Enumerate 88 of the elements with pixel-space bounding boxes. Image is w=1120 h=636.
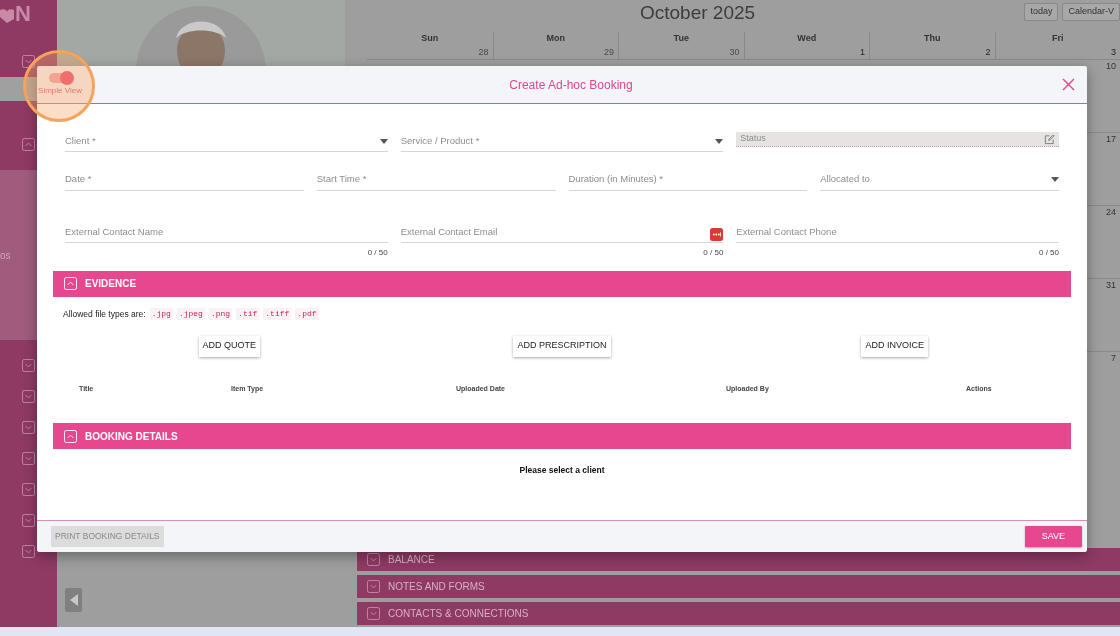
field-label: Status xyxy=(740,132,766,144)
field-label: External Contact Name xyxy=(65,224,164,239)
character-counter: 0 / 50 xyxy=(703,246,724,259)
dropdown-caret-icon[interactable] xyxy=(379,138,388,144)
chevron-down-icon[interactable] xyxy=(22,514,35,527)
section-title: EVIDENCE xyxy=(85,277,137,292)
dialog-title: Create Ad-hoc Booking xyxy=(508,76,634,94)
toggle-label: Simple View xyxy=(38,84,82,97)
select-field[interactable]: Service / Product * xyxy=(400,134,724,153)
input-field[interactable]: Start Time * xyxy=(316,172,556,191)
close-icon[interactable] xyxy=(1062,78,1075,91)
day-number: 30 xyxy=(728,45,741,59)
day-number: 24 xyxy=(1106,206,1117,219)
field-label: Date * xyxy=(65,172,92,187)
day-number: 2 xyxy=(984,45,992,59)
section-title: NOTES AND FORMS xyxy=(388,580,485,594)
chevron-down-icon[interactable] xyxy=(22,483,35,496)
dropdown-caret-icon[interactable] xyxy=(1051,176,1059,182)
field-label: Duration (in Minutes) * xyxy=(568,172,663,187)
calendar-button[interactable]: today xyxy=(1024,3,1059,21)
input-field[interactable]: External Contact Phone xyxy=(736,224,1059,243)
character-counter: 0 / 50 xyxy=(367,246,388,259)
chevron-down-icon[interactable] xyxy=(22,55,35,68)
upload-button[interactable]: ADD QUOTE xyxy=(198,335,261,357)
select-field[interactable]: Allocated to xyxy=(820,172,1059,191)
dropdown-caret-icon[interactable] xyxy=(715,138,724,144)
field-label: Start Time * xyxy=(316,172,367,187)
field-label: External Contact Phone xyxy=(736,224,837,239)
section-header[interactable]: BOOKING DETAILS xyxy=(53,423,1071,449)
weekday-header: Wed xyxy=(796,32,818,45)
logo-text: N xyxy=(15,2,31,26)
file-type-tag: .jpeg xyxy=(176,308,205,321)
section-header[interactable]: CONTACTS & CONNECTIONS xyxy=(357,602,1120,625)
input-field[interactable]: External Contact Email xyxy=(400,224,724,243)
chevron-down-icon[interactable] xyxy=(22,390,35,403)
input-field[interactable]: Date * xyxy=(65,172,304,191)
chevron-down-icon[interactable] xyxy=(22,359,35,372)
input-field[interactable]: Duration (in Minutes) * xyxy=(568,172,808,191)
calendar-button[interactable]: Calendar-V xyxy=(1062,3,1120,21)
select-field[interactable]: Client * xyxy=(65,134,388,153)
chevron-down-icon[interactable] xyxy=(22,421,35,434)
weekday-header: Fri xyxy=(1051,32,1065,45)
section-header[interactable]: NOTES AND FORMS xyxy=(357,575,1120,598)
allowed-types-text: Allowed file types are: xyxy=(63,307,146,321)
sidebar-text: os xyxy=(0,248,11,263)
chevron-down-icon[interactable] xyxy=(367,553,380,566)
file-type-tag: .tiff xyxy=(263,308,292,321)
chevron-down-icon[interactable] xyxy=(22,452,35,465)
day-number: 1 xyxy=(859,45,866,59)
file-type-tag: .tif xyxy=(236,308,260,321)
file-type-tag: .pdf xyxy=(295,308,319,321)
file-type-tag: .jpg xyxy=(149,308,173,321)
field-label: External Contact Email xyxy=(400,224,498,239)
upload-button[interactable]: ADD PRESCRIPTION xyxy=(513,335,611,357)
password-manager-icon[interactable] xyxy=(710,228,724,242)
chevron-up-icon[interactable] xyxy=(22,138,35,151)
section-title: CONTACTS & CONNECTIONS xyxy=(388,607,529,621)
triangle-left-icon xyxy=(69,594,78,606)
day-number: 3 xyxy=(1110,45,1117,59)
day-number: 17 xyxy=(1106,133,1117,146)
weekday-header: Tue xyxy=(672,32,690,45)
day-number: 29 xyxy=(603,45,615,59)
character-counter: 0 / 50 xyxy=(1038,246,1059,259)
field-label: Allocated to xyxy=(820,172,870,187)
simple-view-toggle[interactable] xyxy=(49,72,71,83)
section-header[interactable]: EVIDENCE xyxy=(53,270,1071,297)
file-type-tag: .png xyxy=(208,308,233,321)
section-title: BALANCE xyxy=(388,553,435,567)
collapse-sidebar-button[interactable] xyxy=(65,588,82,612)
empty-message: Please select a client xyxy=(518,464,606,477)
weekday-header: Sun xyxy=(420,32,440,45)
section-title: BOOKING DETAILS xyxy=(85,429,178,444)
upload-button[interactable]: ADD INVOICE xyxy=(861,335,928,357)
weekday-header: Thu xyxy=(923,32,942,45)
chevron-down-icon[interactable] xyxy=(22,545,35,558)
day-number: 10 xyxy=(1106,60,1117,73)
field-label: Service / Product * xyxy=(400,134,480,148)
edit-icon[interactable] xyxy=(1044,134,1055,145)
day-number: 7 xyxy=(1111,352,1117,365)
save-button[interactable]: SAVE xyxy=(1024,526,1082,547)
input-field[interactable]: External Contact Name xyxy=(65,224,388,243)
field-label: Client * xyxy=(65,134,96,148)
calendar-title: October 2025 xyxy=(640,0,756,25)
chevron-down-icon[interactable] xyxy=(367,580,380,593)
day-number: 28 xyxy=(477,45,490,59)
weekday-header: Mon xyxy=(545,32,566,45)
day-number: 31 xyxy=(1106,279,1117,292)
chevron-down-icon[interactable] xyxy=(367,607,380,620)
